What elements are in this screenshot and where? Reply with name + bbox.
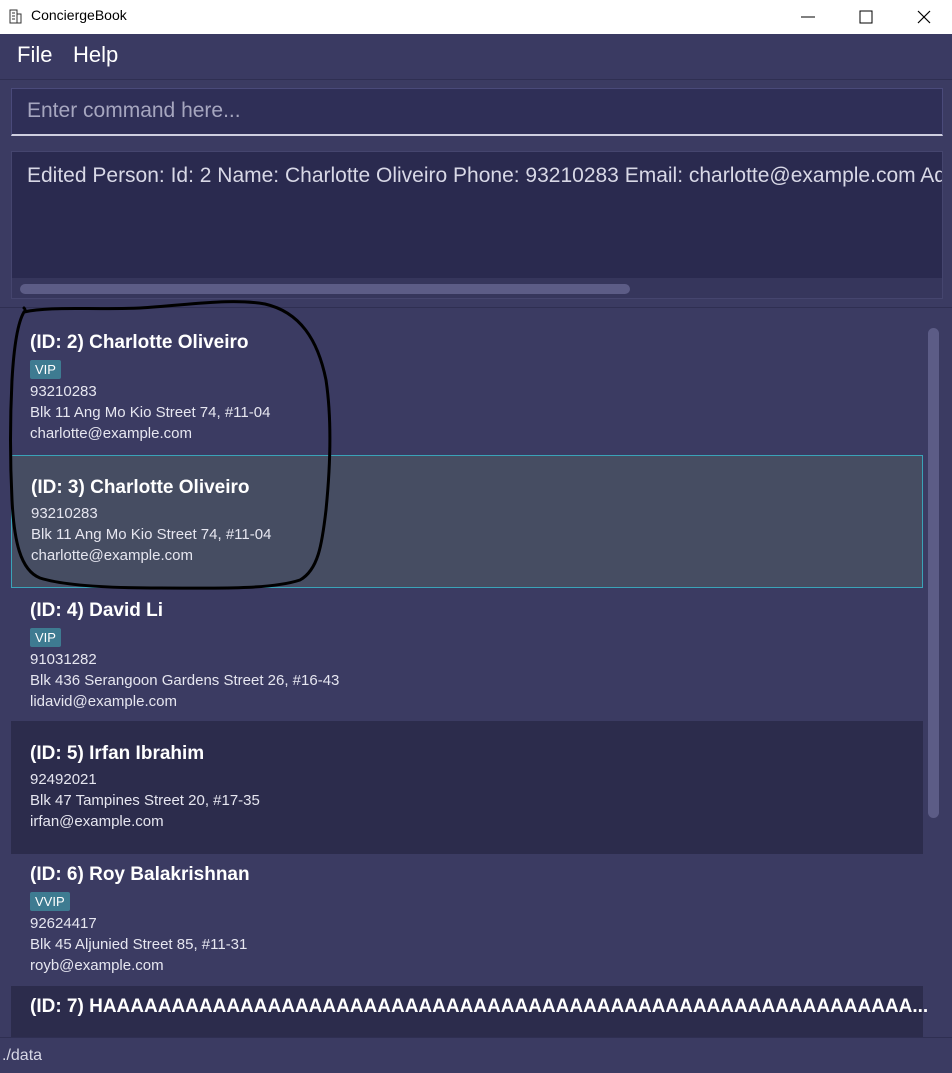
person-name: (ID: 5) Irfan Ibrahim — [30, 743, 205, 764]
result-display: Edited Person: Id: 2 Name: Charlotte Oli… — [11, 151, 943, 299]
title-bar: ConciergeBook — [0, 0, 952, 34]
close-icon — [917, 10, 931, 24]
person-name: (ID: 4) David Li — [30, 600, 164, 621]
person-card-selected[interactable]: (ID: 3) Charlotte Oliveiro 93210283 Blk … — [11, 455, 923, 588]
person-card[interactable]: (ID: 4) David Li VIP 91031282 Blk 436 Se… — [11, 588, 923, 721]
person-phone: 93210283 — [31, 505, 98, 522]
maximize-button[interactable] — [837, 0, 895, 34]
minimize-icon — [801, 16, 815, 18]
app-window: ConciergeBook File Help Enter command he… — [0, 0, 952, 1073]
person-card[interactable]: (ID: 6) Roy Balakrishnan VVIP 92624417 B… — [11, 854, 923, 986]
building-icon — [9, 9, 22, 24]
window-title: ConciergeBook — [31, 7, 127, 23]
result-text: Edited Person: Id: 2 Name: Charlotte Oli… — [27, 164, 942, 187]
person-email: lidavid@example.com — [30, 693, 177, 710]
person-tag: VIP — [30, 360, 61, 379]
person-email: charlotte@example.com — [30, 425, 192, 442]
command-input[interactable]: Enter command here... — [11, 88, 943, 136]
result-scroll-thumb[interactable] — [20, 284, 630, 294]
person-phone: 92624417 — [30, 915, 97, 932]
person-email: charlotte@example.com — [31, 547, 193, 564]
person-tag: VIP — [30, 628, 61, 647]
person-list: (ID: 2) Charlotte Oliveiro VIP 93210283 … — [0, 307, 952, 1037]
person-name: (ID: 6) Roy Balakrishnan — [30, 864, 250, 885]
person-name: (ID: 7) HAAAAAAAAAAAAAAAAAAAAAAAAAAAAAAA… — [30, 996, 929, 1017]
status-bar: ./data — [0, 1037, 952, 1073]
person-card[interactable]: (ID: 7) HAAAAAAAAAAAAAAAAAAAAAAAAAAAAAAA… — [11, 986, 929, 1037]
close-button[interactable] — [895, 0, 952, 34]
person-address: Blk 11 Ang Mo Kio Street 74, #11-04 — [30, 404, 271, 421]
person-phone: 93210283 — [30, 383, 97, 400]
person-email: royb@example.com — [30, 957, 164, 974]
person-name: (ID: 3) Charlotte Oliveiro — [31, 477, 250, 498]
person-address: Blk 45 Aljunied Street 85, #11-31 — [30, 936, 248, 953]
person-card[interactable]: (ID: 2) Charlotte Oliveiro VIP 93210283 … — [11, 324, 923, 455]
command-placeholder: Enter command here... — [27, 99, 241, 122]
menu-bar: File Help — [0, 34, 952, 80]
person-address: Blk 436 Serangoon Gardens Street 26, #16… — [30, 672, 340, 689]
minimize-button[interactable] — [779, 0, 837, 34]
person-phone: 92492021 — [30, 771, 97, 788]
person-card[interactable]: (ID: 5) Irfan Ibrahim 92492021 Blk 47 Ta… — [11, 721, 923, 854]
menu-help[interactable]: Help — [73, 42, 118, 68]
command-panel: Enter command here... — [0, 81, 952, 143]
person-address: Blk 47 Tampines Street 20, #17-35 — [30, 792, 260, 809]
menu-file[interactable]: File — [17, 42, 52, 68]
person-name: (ID: 2) Charlotte Oliveiro — [30, 332, 249, 353]
person-email: irfan@example.com — [30, 813, 164, 830]
data-path: ./data — [2, 1047, 43, 1064]
person-phone: 91031282 — [30, 651, 97, 668]
list-vertical-scrollbar[interactable] — [928, 328, 939, 818]
person-address: Blk 11 Ang Mo Kio Street 74, #11-04 — [31, 526, 272, 543]
person-tag: VVIP — [30, 892, 70, 911]
result-horizontal-scrollbar[interactable] — [12, 278, 942, 298]
maximize-icon — [859, 10, 873, 24]
